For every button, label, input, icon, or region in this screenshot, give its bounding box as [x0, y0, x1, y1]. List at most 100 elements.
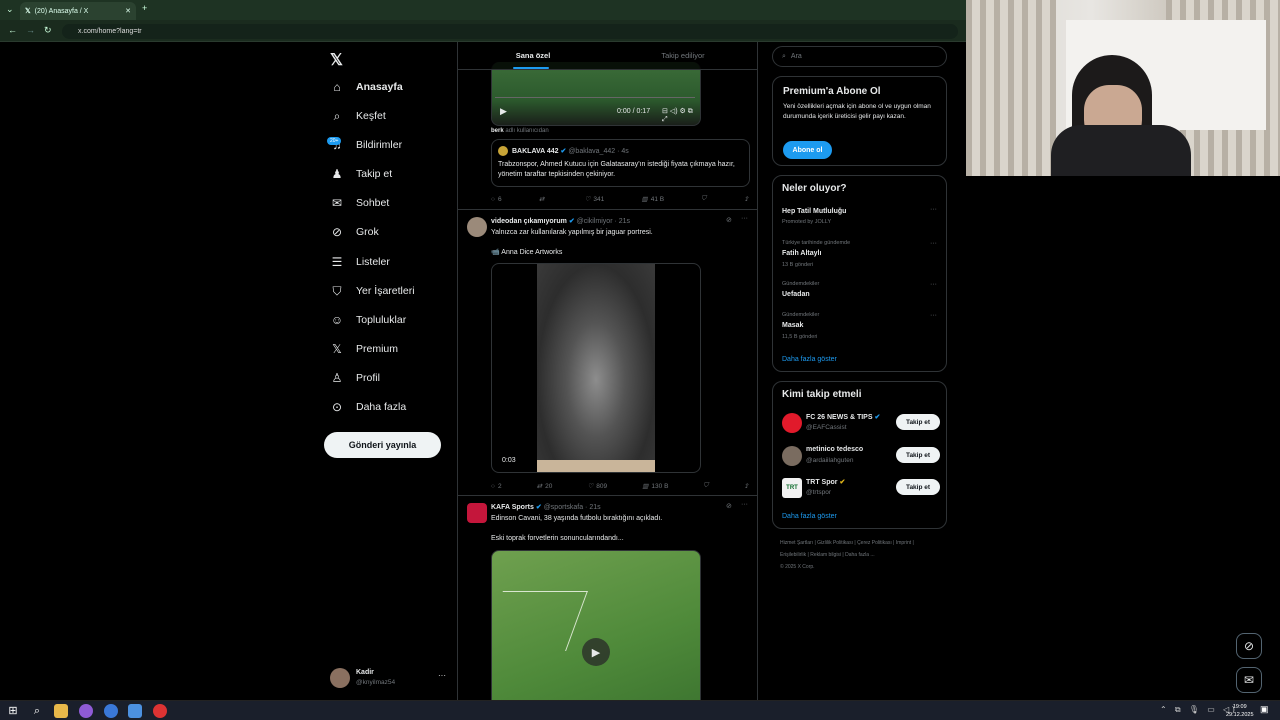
- nav-item-communities[interactable]: ☺ Topluluklar: [330, 308, 406, 332]
- share-button[interactable]: ⇪: [744, 195, 749, 203]
- reply-button[interactable]: ○ 6: [491, 195, 502, 203]
- more-dots-icon[interactable]: ···: [741, 215, 748, 222]
- grok-icon[interactable]: ⊘: [726, 216, 732, 224]
- nav-item-follow[interactable]: ♟ Takip et: [330, 162, 393, 186]
- footer-link[interactable]: Çerez Politikası: [857, 540, 892, 546]
- footer-link[interactable]: Imprint: [896, 540, 911, 546]
- views-button[interactable]: ▥ 41 B: [642, 195, 665, 204]
- tweet[interactable]: videodan çıkamıyorum ✔ @cikilmiyor · 21s…: [458, 210, 757, 496]
- app-icon[interactable]: [79, 704, 93, 718]
- notification-icon[interactable]: ▣: [1260, 704, 1269, 715]
- tab-following[interactable]: Takip ediliyor: [608, 42, 757, 69]
- nav-item-profile[interactable]: ♙ Profil: [330, 366, 380, 390]
- suggestion-name[interactable]: metinico tedesco: [806, 446, 863, 453]
- x-logo-icon: 𝕏: [332, 342, 342, 356]
- nav-item-bookmarks[interactable]: ⛉ Yer İşaretleri: [330, 279, 414, 303]
- heart-icon: ♡: [587, 483, 594, 490]
- more-dots-icon[interactable]: ···: [930, 240, 937, 247]
- trend-name[interactable]: Masak: [782, 322, 803, 329]
- forward-icon[interactable]: →: [26, 25, 35, 35]
- nav-item-grok[interactable]: ⊘ Grok: [330, 220, 379, 244]
- avatar[interactable]: [782, 413, 802, 433]
- follow-button[interactable]: Takip et: [896, 479, 940, 495]
- nav-item-explore[interactable]: ⌕ Keşfet: [330, 104, 386, 128]
- footer-link[interactable]: Daha fazla ...: [845, 552, 874, 558]
- reposter-name[interactable]: berk: [491, 128, 504, 134]
- nav-label: Anasayfa: [356, 81, 403, 93]
- nav-item-more[interactable]: ⊙ Daha fazla: [330, 395, 406, 419]
- video-player[interactable]: ▶ 0:00 / 0:17 ⊟ ◁) ⚙ ⧉ ⤢: [491, 62, 701, 126]
- grok-icon[interactable]: ⊘: [726, 502, 732, 510]
- nav-item-premium[interactable]: 𝕏 Premium: [330, 337, 398, 361]
- x-home-logo[interactable]: 𝕏: [330, 50, 343, 70]
- follow-button[interactable]: Takip et: [896, 447, 940, 463]
- tab-close-icon[interactable]: ✕: [125, 7, 131, 15]
- subscribe-button[interactable]: Abone ol: [783, 141, 832, 159]
- back-icon[interactable]: ←: [8, 25, 17, 35]
- share-button[interactable]: ⇪: [744, 482, 749, 490]
- clock[interactable]: 19:09 29.12.2025: [1226, 703, 1254, 719]
- suggestion-name[interactable]: FC 26 NEWS & TIPS ✔: [806, 413, 880, 421]
- suggestion-name[interactable]: TRT Spor ✔: [806, 478, 845, 486]
- messages-fab[interactable]: ✉: [1236, 667, 1262, 693]
- account-switcher[interactable]: Kadir @knyilmaz54 ···: [330, 666, 450, 690]
- tweet[interactable]: KAFA Sports ✔ @sportskafa · 21s ⊘ ··· Ed…: [458, 496, 757, 700]
- app-icon[interactable]: [153, 704, 167, 718]
- repost-button[interactable]: ⇄ 20: [537, 482, 553, 491]
- play-icon[interactable]: ▶: [500, 106, 507, 117]
- avatar[interactable]: [467, 217, 487, 237]
- app-icon[interactable]: [128, 704, 142, 718]
- avatar[interactable]: [467, 503, 487, 523]
- tab-for-you[interactable]: Sana özel: [458, 42, 608, 69]
- reply-button[interactable]: ○ 2: [491, 482, 502, 490]
- show-more-follow[interactable]: Daha fazla göster: [782, 513, 837, 520]
- footer-link[interactable]: Gizlilik Politikası: [817, 540, 853, 546]
- bookmark-button[interactable]: ⛉: [704, 482, 709, 490]
- chrome-icon[interactable]: [104, 704, 118, 718]
- tweet-author[interactable]: videodan çıkamıyorum ✔ @cikilmiyor · 21s: [491, 217, 630, 225]
- more-dots-icon[interactable]: ···: [741, 501, 748, 508]
- video-progress[interactable]: [495, 97, 695, 98]
- url-field[interactable]: x.com/home?lang=tr: [62, 24, 958, 39]
- quote-author: BAKLAVA 442 ✔ @baklava_442 · 4s: [512, 147, 629, 155]
- views-button[interactable]: ▥ 130 B: [642, 482, 668, 491]
- nav-item-home[interactable]: ⌂ Anasayfa: [330, 75, 403, 99]
- nav-item-lists[interactable]: ☰ Listeler: [330, 250, 390, 274]
- file-explorer-icon[interactable]: [54, 704, 68, 718]
- more-dots-icon[interactable]: ···: [930, 312, 937, 319]
- windows-start-icon[interactable]: ⊞: [6, 704, 20, 718]
- reload-icon[interactable]: ↻: [44, 25, 52, 36]
- footer-link[interactable]: Erişilebilirlik: [780, 552, 806, 558]
- search-icon[interactable]: ⌕: [30, 704, 44, 718]
- avatar[interactable]: [782, 446, 802, 466]
- tab-search-icon[interactable]: ⌄: [6, 4, 14, 15]
- play-icon[interactable]: ▶: [582, 638, 610, 666]
- nav-item-chat[interactable]: ✉ Sohbet: [330, 191, 389, 215]
- trend-name[interactable]: Hep Tatil Mutluluğu: [782, 208, 846, 215]
- bookmark-button[interactable]: ⛉: [701, 195, 706, 203]
- trend-meta: 13 B gönderi: [782, 262, 814, 268]
- nav-item-notifications[interactable]: ♫ Bildirimler: [330, 133, 403, 157]
- show-more-trends[interactable]: Daha fazla göster: [782, 356, 837, 363]
- like-button[interactable]: ♡ 341: [585, 195, 605, 204]
- video-player[interactable]: ▶: [491, 550, 701, 700]
- browser-tab[interactable]: 𝕏 (20) Anasayfa / X ✕: [20, 2, 136, 20]
- trt-spor-logo[interactable]: TRT: [782, 478, 802, 498]
- quoted-tweet[interactable]: BAKLAVA 442 ✔ @baklava_442 · 4s Trabzons…: [491, 139, 750, 187]
- footer-link[interactable]: Reklam bilgisi: [810, 552, 841, 558]
- more-dots-icon[interactable]: ···: [930, 281, 937, 288]
- footer-link[interactable]: Hizmet Şartları: [780, 540, 813, 546]
- trend-name[interactable]: Uefadan: [782, 291, 810, 298]
- video-controls-icon[interactable]: ⊟ ◁) ⚙ ⧉ ⤢: [662, 107, 700, 124]
- post-button[interactable]: Gönderi yayınla: [324, 432, 441, 458]
- new-tab-icon[interactable]: +: [142, 3, 147, 13]
- repost-button[interactable]: ⇄: [539, 195, 547, 203]
- search-input[interactable]: ⌕ Ara: [772, 46, 947, 67]
- grok-fab[interactable]: ⊘: [1236, 633, 1262, 659]
- follow-button[interactable]: Takip et: [896, 414, 940, 430]
- more-dots-icon[interactable]: ···: [930, 206, 937, 213]
- tweet-author[interactable]: KAFA Sports ✔ @sportskafa · 21s: [491, 503, 601, 511]
- video-player[interactable]: 0:03: [491, 263, 701, 473]
- trend-name[interactable]: Fatih Altaylı: [782, 250, 821, 257]
- like-button[interactable]: ♡ 809: [587, 482, 607, 491]
